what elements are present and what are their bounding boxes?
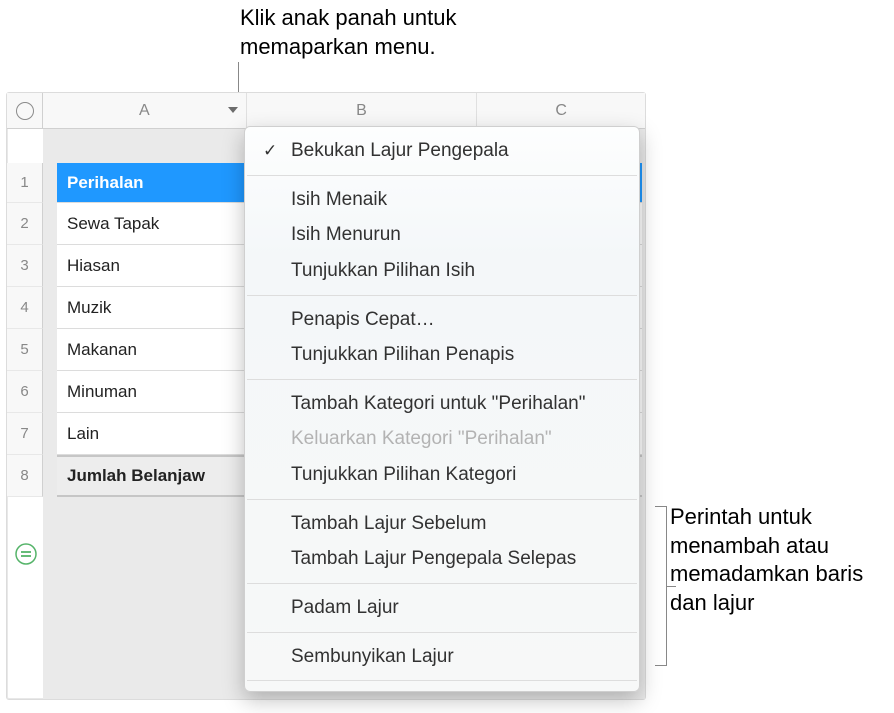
callout-top: Klik anak panah untuk memaparkan menu. (240, 4, 580, 61)
menu-item-sort-options[interactable]: Tunjukkan Pilihan Isih (245, 253, 639, 289)
menu-item-label: Tambah Kategori untuk "Perihalan" (291, 393, 585, 414)
formula-indicator-icon (15, 543, 37, 565)
menu-item-label: Tambah Lajur Sebelum (291, 513, 486, 534)
cell-text: Sewa Tapak (67, 214, 159, 234)
menu-item-delete-col[interactable]: Padam Lajur (245, 590, 639, 626)
menu-item-label: Padam Lajur (291, 597, 399, 618)
column-header-label: A (139, 102, 150, 120)
cell-text: Jumlah Belanjaw (67, 466, 205, 486)
menu-item-quick-filter[interactable]: Penapis Cepat… (245, 302, 639, 338)
row-header[interactable]: 1 (7, 163, 43, 203)
menu-separator (247, 632, 637, 633)
menu-item-label: Penapis Cepat… (291, 309, 435, 330)
menu-item-category-options[interactable]: Tunjukkan Pilihan Kategori (245, 457, 639, 493)
row-header[interactable]: 4 (7, 287, 43, 329)
column-header-label: C (555, 102, 567, 120)
select-all-corner[interactable] (7, 93, 43, 129)
menu-item-sort-asc[interactable]: Isih Menaik (245, 182, 639, 218)
column-header-b[interactable]: B (247, 93, 478, 128)
cell-text: Makanan (67, 340, 137, 360)
callout-right: Perintah untuk menambah atau memadamkan … (670, 503, 880, 617)
check-icon: ✓ (263, 140, 277, 163)
menu-separator (247, 499, 637, 500)
column-context-menu: ✓ Bekukan Lajur Pengepala Isih Menaik Is… (244, 126, 640, 692)
cell-text: Perihalan (67, 173, 144, 193)
select-all-icon (16, 102, 34, 120)
chevron-down-icon[interactable] (226, 103, 240, 117)
row-header[interactable]: 3 (7, 245, 43, 287)
row-header[interactable]: 6 (7, 371, 43, 413)
menu-item-label: Isih Menaik (291, 189, 387, 210)
menu-separator (247, 583, 637, 584)
row-headers: 1 2 3 4 5 6 7 8 (7, 163, 43, 497)
menu-item-add-category[interactable]: Tambah Kategori untuk "Perihalan" (245, 386, 639, 422)
cell-text: Hiasan (67, 256, 120, 276)
menu-item-hide-col[interactable]: Sembunyikan Lajur (245, 639, 639, 675)
row-header[interactable]: 7 (7, 413, 43, 455)
column-headers: A B C (43, 93, 645, 129)
menu-separator (247, 295, 637, 296)
menu-item-label: Isih Menurun (291, 224, 401, 245)
row-header[interactable]: 5 (7, 329, 43, 371)
row-header[interactable]: 8 (7, 455, 43, 497)
column-header-c[interactable]: C (477, 93, 645, 128)
menu-item-sort-desc[interactable]: Isih Menurun (245, 217, 639, 253)
cell-text: Minuman (67, 382, 137, 402)
menu-item-remove-category: Keluarkan Kategori "Perihalan" (245, 421, 639, 457)
menu-item-label: Tunjukkan Pilihan Kategori (291, 464, 516, 485)
menu-item-filter-options[interactable]: Tunjukkan Pilihan Penapis (245, 337, 639, 373)
menu-item-label: Sembunyikan Lajur (291, 646, 454, 667)
cell-text: Muzik (67, 298, 111, 318)
menu-item-label: Tunjukkan Pilihan Isih (291, 260, 475, 281)
menu-separator (247, 680, 637, 681)
menu-separator (247, 379, 637, 380)
column-header-a[interactable]: A (43, 93, 247, 128)
menu-item-freeze-header[interactable]: ✓ Bekukan Lajur Pengepala (245, 133, 639, 169)
row-header[interactable]: 2 (7, 203, 43, 245)
menu-item-label: Tunjukkan Pilihan Penapis (291, 344, 514, 365)
menu-item-label: Tambah Lajur Pengepala Selepas (291, 548, 576, 569)
menu-item-add-col-before[interactable]: Tambah Lajur Sebelum (245, 506, 639, 542)
menu-item-label: Bekukan Lajur Pengepala (291, 140, 509, 161)
column-header-label: B (356, 102, 367, 120)
menu-item-label: Keluarkan Kategori "Perihalan" (291, 428, 552, 449)
cell-text: Lain (67, 424, 99, 444)
callout-bracket (655, 506, 667, 666)
menu-separator (247, 175, 637, 176)
menu-item-add-col-after[interactable]: Tambah Lajur Pengepala Selepas (245, 541, 639, 577)
